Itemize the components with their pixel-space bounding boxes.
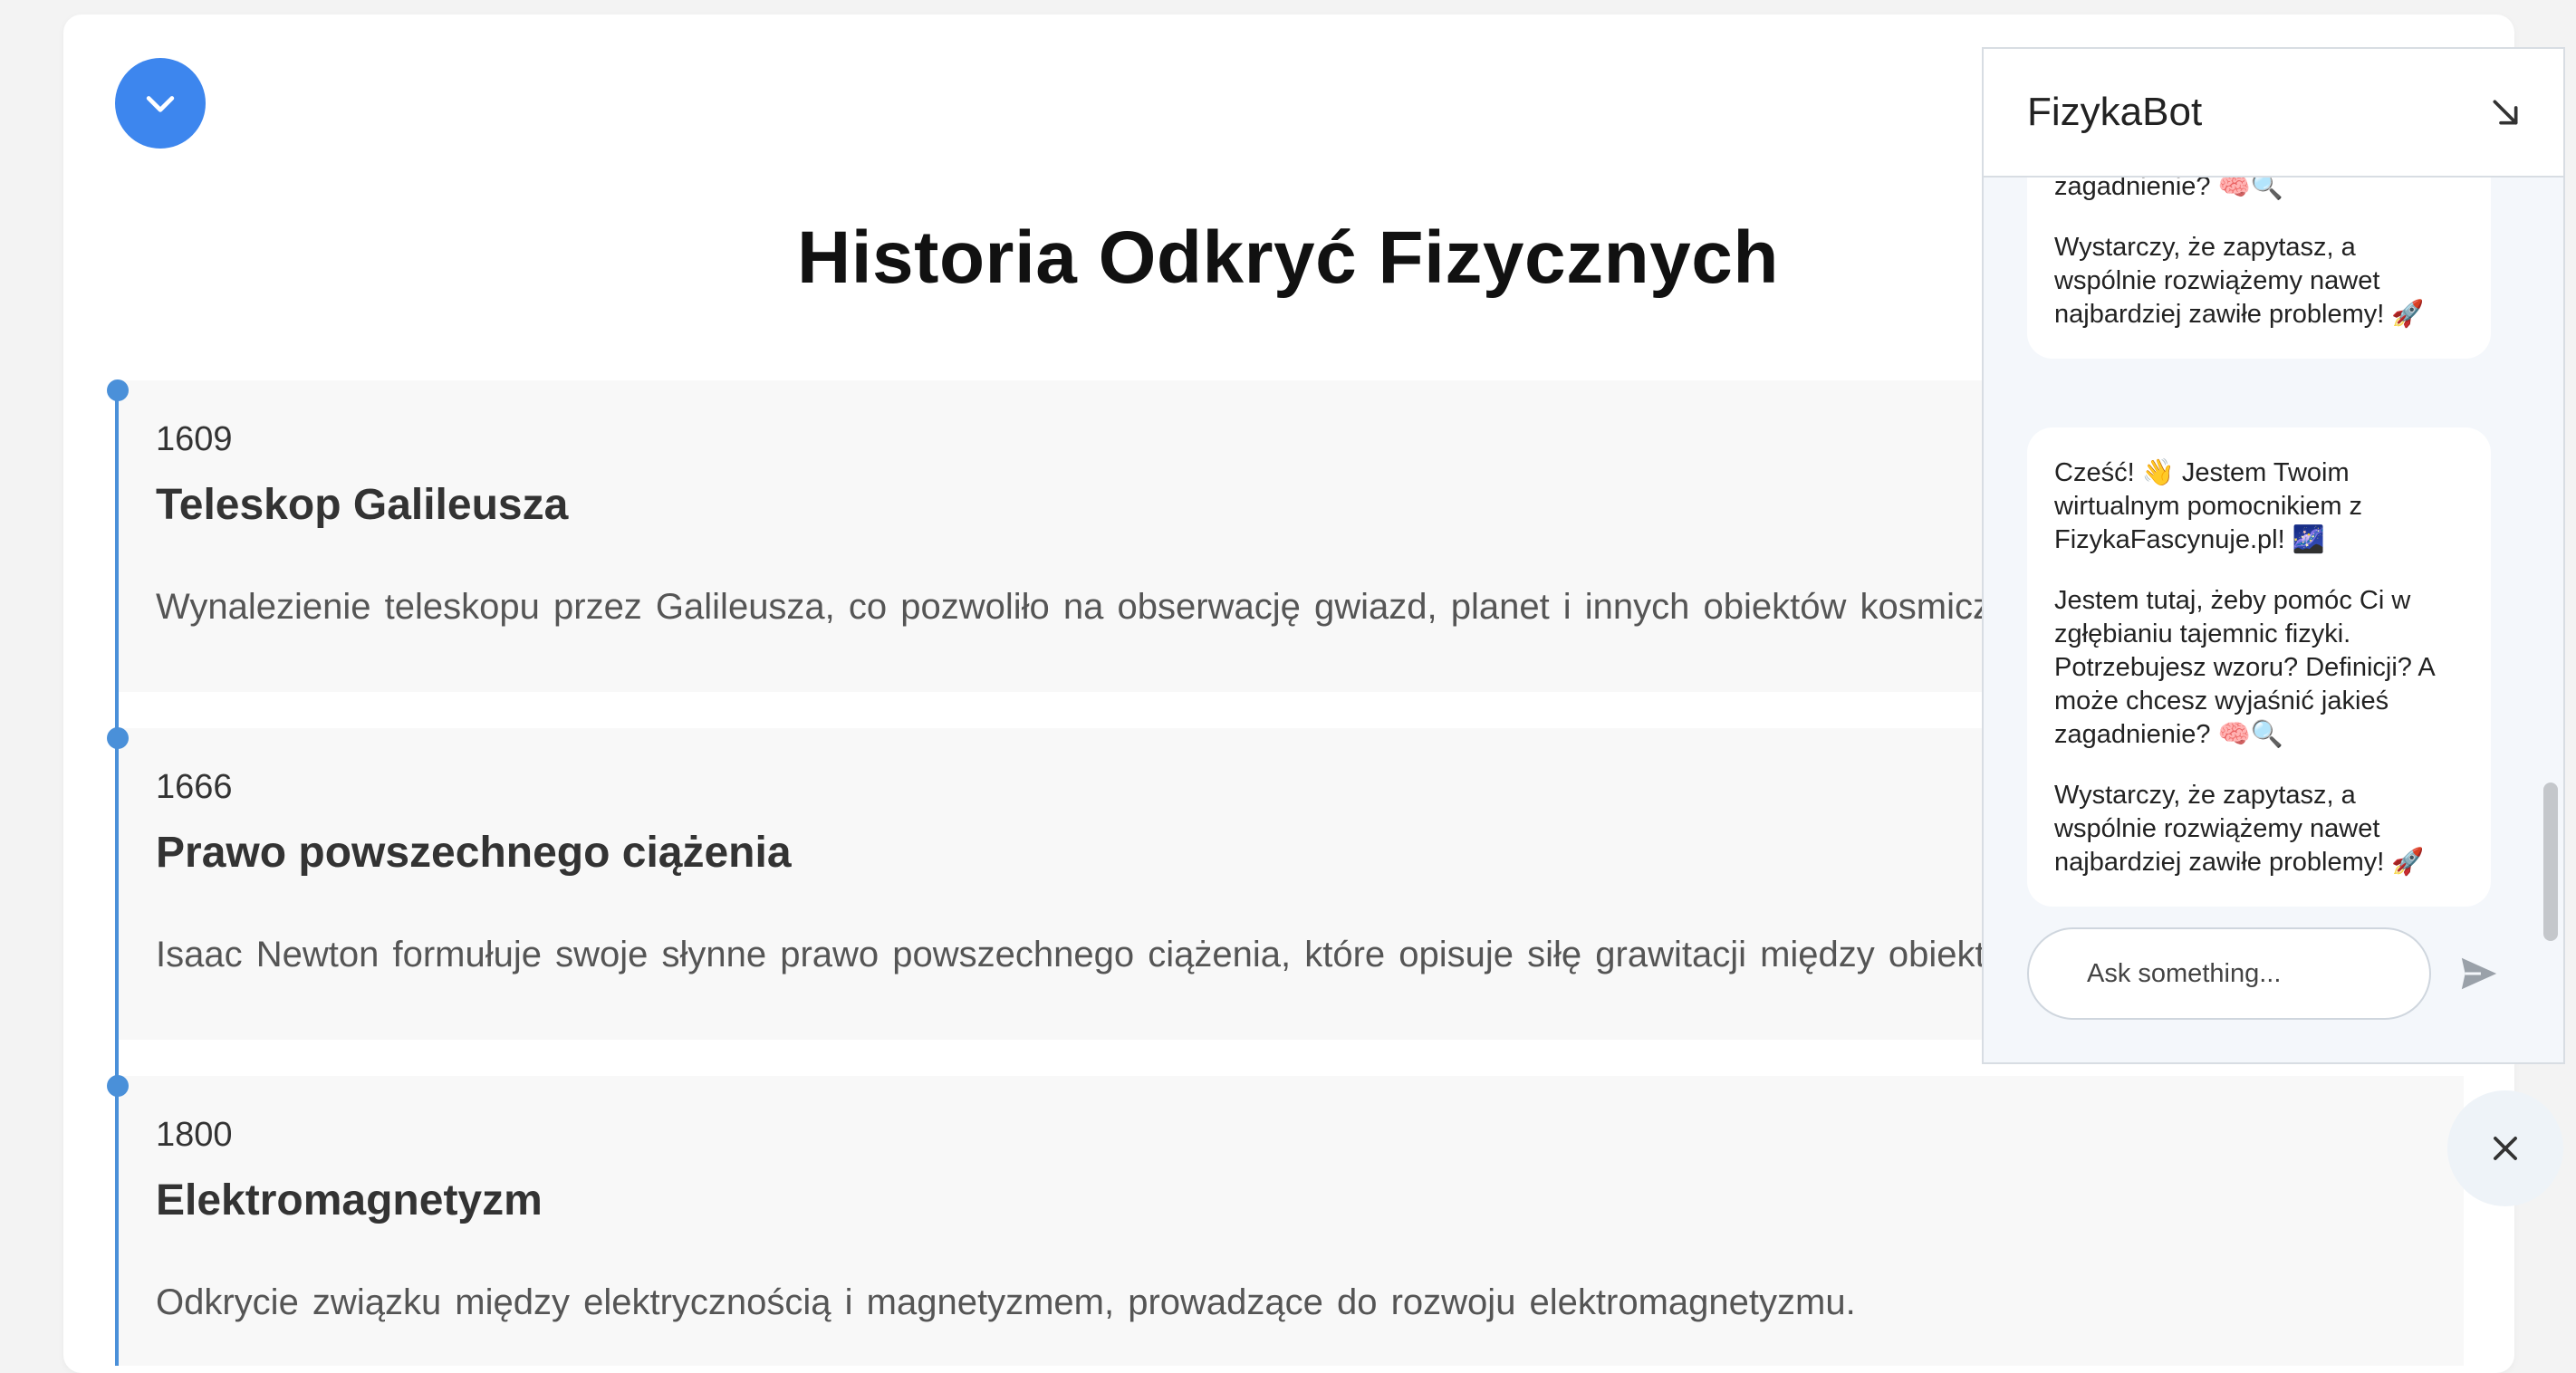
event-description: Odkrycie związku między elektrycznością … [156, 1282, 1856, 1322]
chat-input[interactable] [2087, 958, 2371, 989]
timeline-dot [107, 379, 129, 401]
message-text: Jestem tutaj, żeby pomóc Ci w zgłębianiu… [2054, 586, 2435, 749]
chat-title: FizykaBot [2027, 90, 2203, 134]
chat-scrollbar[interactable] [2543, 783, 2558, 941]
chat-messages: zagadnienie? 🧠🔍 Wystarczy, że zapytasz, … [1984, 178, 2563, 938]
event-title: Teleskop Galileusza [156, 481, 569, 529]
toggle-button[interactable] [115, 58, 206, 149]
chat-header: FizykaBot [1984, 49, 2563, 178]
chat-input-wrapper [2027, 927, 2431, 1020]
timeline-dot [107, 727, 129, 749]
arrow-down-right-icon[interactable] [2487, 94, 2523, 130]
chat-message: Cześć! 👋 Jestem Twoim wirtualnym pomocni… [2027, 427, 2491, 907]
chat-panel: FizykaBot zagadnienie? 🧠🔍 Wystarczy, że … [1982, 47, 2565, 1064]
message-text: Wystarczy, że zapytasz, a wspólnie rozwi… [2054, 233, 2425, 329]
timeline-dot [107, 1075, 129, 1097]
message-text: Cześć! 👋 Jestem Twoim wirtualnym pomocni… [2054, 458, 2363, 554]
event-year: 1609 [156, 420, 233, 458]
event-year: 1666 [156, 768, 233, 806]
event-title: Elektromagnetyzm [156, 1176, 543, 1224]
event-title: Prawo powszechnego ciążenia [156, 829, 792, 877]
event-year: 1800 [156, 1116, 233, 1154]
message-text: zagadnienie? 🧠🔍 [2054, 178, 2283, 201]
event-description: Wynalezienie teleskopu przez Galileusza,… [156, 587, 2078, 627]
close-chat-button[interactable] [2447, 1090, 2563, 1206]
chevron-down-icon [146, 96, 175, 112]
timeline-event: 1800 Elektromagnetyzm Odkrycie związku m… [115, 1076, 2464, 1366]
message-text: Wystarczy, że zapytasz, a wspólnie rozwi… [2054, 781, 2425, 877]
chat-message: zagadnienie? 🧠🔍 Wystarczy, że zapytasz, … [2027, 178, 2491, 359]
close-icon [2494, 1137, 2517, 1160]
send-icon[interactable] [2456, 953, 2502, 994]
event-description: Isaac Newton formułuje swoje słynne praw… [156, 935, 2054, 975]
